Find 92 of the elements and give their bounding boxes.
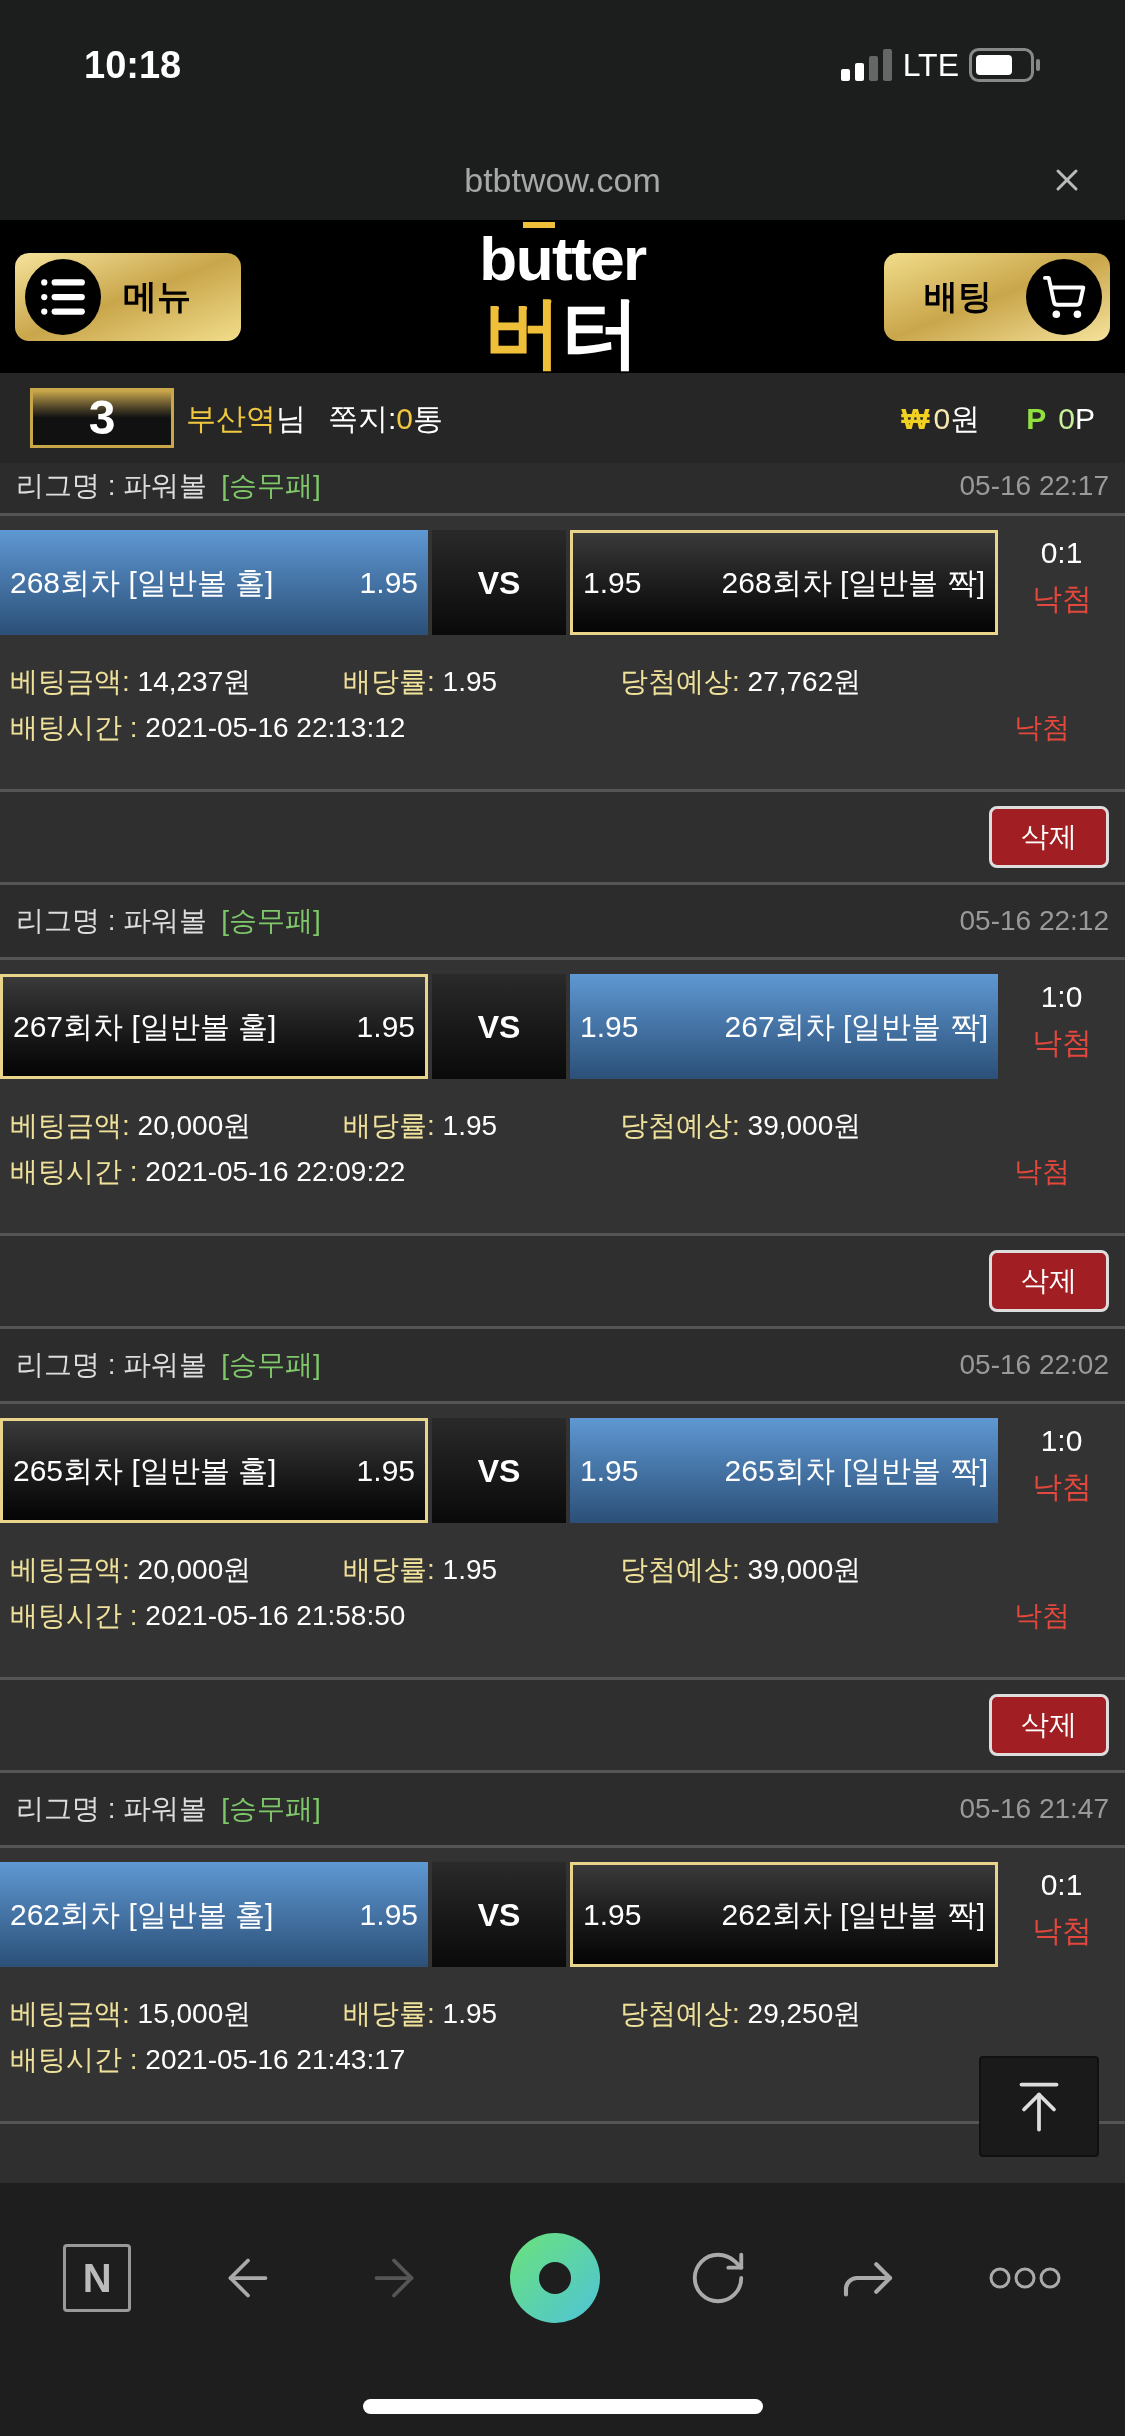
odds: 1.95	[356, 1453, 415, 1489]
option-label: 262회차 [일반볼 홀]	[10, 1897, 274, 1933]
odds: 1.95	[580, 1453, 639, 1489]
odds: 1.95	[356, 1009, 415, 1045]
menu-button[interactable]: 메뉴	[15, 252, 241, 341]
score: 0:1	[1040, 535, 1083, 571]
expected-win: 당첨예상: 29,250원	[620, 1997, 862, 2031]
bet-odds: 배당률: 1.95	[343, 1997, 499, 2031]
bet-time: 배팅시간 : 2021-05-16 22:13:12	[10, 711, 406, 745]
bet-slip-button[interactable]: 배팅	[884, 252, 1110, 341]
odds: 1.95	[359, 1897, 418, 1933]
points: 0P	[1058, 400, 1095, 437]
score: 1:0	[1040, 1423, 1083, 1459]
market-type: [승무패]	[221, 1792, 321, 1826]
result: 낙첨	[1031, 1913, 1092, 1949]
logo-wordmark: butter	[479, 220, 646, 290]
league-name: 리그명 : 파워볼	[16, 904, 208, 938]
option-label: 267회차 [일반볼 짝]	[724, 1009, 988, 1045]
score: 0:1	[1040, 1867, 1083, 1903]
battery-icon	[969, 48, 1041, 82]
game-time: 05-16 22:02	[959, 1348, 1109, 1382]
points-icon: P	[1026, 395, 1047, 441]
odds: 1.95	[580, 1009, 639, 1045]
odds: 1.95	[359, 565, 418, 601]
expected-win: 당첨예상: 27,762원	[620, 665, 862, 699]
result: 낙첨	[1031, 581, 1092, 617]
market-type: [승무패]	[221, 1348, 321, 1382]
league-name: 리그명 : 파워볼	[16, 1792, 208, 1826]
league-name: 리그명 : 파워볼	[16, 469, 208, 503]
url-text: btbtwow.com	[464, 159, 661, 201]
vs-label: VS	[432, 1418, 566, 1523]
level-badge: 3	[30, 388, 174, 448]
circle-icon[interactable]	[510, 2233, 601, 2323]
honorific: 님	[276, 400, 306, 437]
bet-time: 배팅시간 : 2021-05-16 21:58:50	[10, 1599, 406, 1633]
bet-option[interactable]: 1.95 262회차 [일반볼 짝]	[570, 1862, 998, 1967]
result: 낙첨	[1031, 1469, 1092, 1505]
bet-status: 낙첨	[1014, 711, 1071, 745]
delete-button[interactable]: 삭제	[989, 1694, 1109, 1756]
bet-option[interactable]: 268회차 [일반볼 홀] 1.95	[0, 530, 428, 635]
bet-option[interactable]: 262회차 [일반볼 홀] 1.95	[0, 1862, 428, 1967]
option-label: 262회차 [일반볼 짝]	[721, 1897, 985, 1933]
result: 낙첨	[1031, 1025, 1092, 1061]
vs-label: VS	[432, 974, 566, 1079]
more-icon[interactable]	[987, 2266, 1062, 2290]
bet-amount: 베팅금액: 20,000원	[10, 1109, 253, 1143]
game-time: 05-16 22:17	[959, 469, 1109, 503]
game-time: 05-16 21:47	[959, 1792, 1109, 1826]
logo-letter: 터	[562, 289, 641, 374]
vs-label: VS	[432, 530, 566, 635]
nickname: 부산역	[186, 400, 276, 437]
bet-option[interactable]: 1.95 268회차 [일반볼 짝]	[570, 530, 998, 635]
bet-odds: 배당률: 1.95	[343, 1109, 499, 1143]
bet-status: 낙첨	[1014, 1599, 1071, 1633]
money: 0원	[933, 400, 981, 437]
won-icon: ₩	[901, 395, 930, 441]
expected-win: 당첨예상: 39,000원	[620, 1553, 862, 1587]
messages[interactable]: 쪽지:0통	[328, 395, 444, 441]
bet-amount: 베팅금액: 15,000원	[10, 1997, 253, 2031]
clock: 10:18	[84, 42, 182, 88]
bet-odds: 배당률: 1.95	[343, 1553, 499, 1587]
odds: 1.95	[583, 1897, 642, 1933]
bet-option[interactable]: 267회차 [일반볼 홀] 1.95	[0, 974, 428, 1079]
option-label: 268회차 [일반볼 홀]	[10, 565, 274, 601]
signal-icon	[840, 49, 893, 81]
game-time: 05-16 22:12	[959, 904, 1109, 938]
option-label: 268회차 [일반볼 짝]	[721, 565, 985, 601]
home-button[interactable]: N	[63, 2244, 132, 2312]
delete-button[interactable]: 삭제	[989, 1250, 1109, 1312]
bet-time: 배팅시간 : 2021-05-16 22:09:22	[10, 1155, 406, 1189]
delete-button[interactable]: 삭제	[989, 806, 1109, 868]
bet-amount: 베팅금액: 14,237원	[10, 665, 253, 699]
bet-option[interactable]: 1.95 265회차 [일반볼 짝]	[570, 1418, 998, 1523]
odds: 1.95	[583, 565, 642, 601]
market-type: [승무패]	[221, 904, 321, 938]
vs-label: VS	[432, 1862, 566, 1967]
league-name: 리그명 : 파워볼	[16, 1348, 208, 1382]
bet-status: 낙첨	[1014, 1155, 1071, 1189]
option-label: 267회차 [일반볼 홀]	[13, 1009, 277, 1045]
option-label: 265회차 [일반볼 짝]	[724, 1453, 988, 1489]
bet-odds: 배당률: 1.95	[343, 665, 499, 699]
score: 1:0	[1040, 979, 1083, 1015]
logo-letter: 버	[484, 289, 563, 374]
network-type: LTE	[902, 46, 959, 85]
market-type: [승무패]	[221, 469, 321, 503]
bet-option[interactable]: 265회차 [일반볼 홀] 1.95	[0, 1418, 428, 1523]
scroll-top-button[interactable]	[979, 2056, 1099, 2157]
bet-option[interactable]: 1.95 267회차 [일반볼 짝]	[570, 974, 998, 1079]
bet-amount: 베팅금액: 20,000원	[10, 1553, 253, 1587]
bet-time: 배팅시간 : 2021-05-16 21:43:17	[10, 2043, 406, 2077]
expected-win: 당첨예상: 39,000원	[620, 1109, 862, 1143]
option-label: 265회차 [일반볼 홀]	[13, 1453, 277, 1489]
